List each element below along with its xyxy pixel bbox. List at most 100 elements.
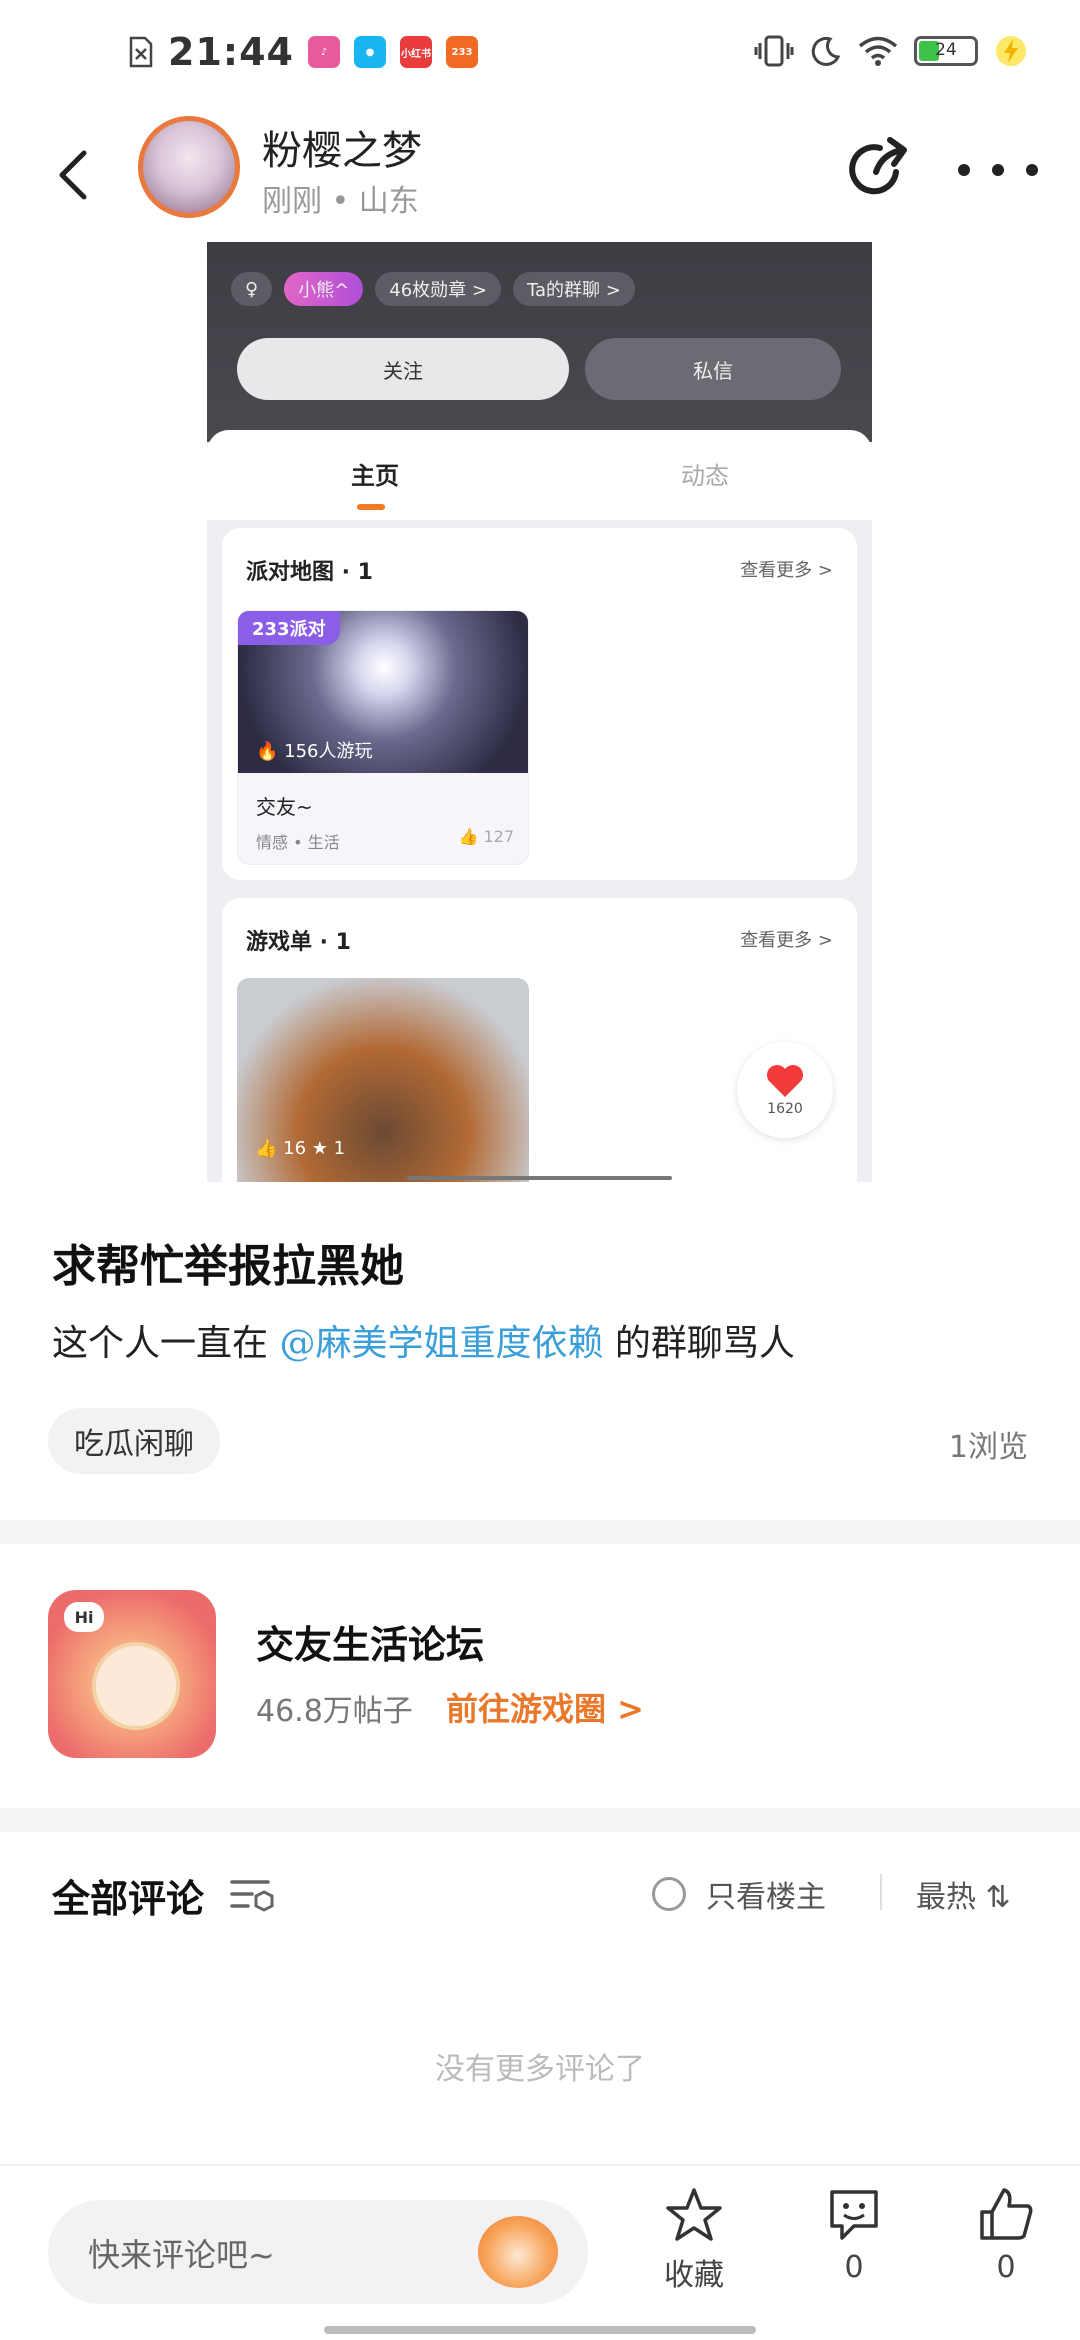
game-stats: 👍 16 ★ 1 [255,1138,345,1159]
game-list-title: 游戏单 · 1 [246,930,351,955]
favorite-label: 收藏 [664,2258,724,2293]
mention-link[interactable]: @麻美学姐重度依赖 [279,1323,603,1364]
comment-bubble-icon [830,2190,878,2240]
pink-app-icon: ♪ [307,36,340,68]
vibrate-icon [754,35,794,67]
map-likes: 👍 127 [458,827,514,846]
post-title: 求帮忙举报拉黑她 [52,1241,404,1292]
embedded-heart-button: 1620 [737,1042,833,1138]
post-body: 这个人一直在 @麻美学姐重度依赖 的群聊骂人 [52,1314,795,1366]
party-map-title: 派对地图 · 1 [246,560,373,585]
embedded-follow-button: 关注 [237,338,569,400]
view-count: 1浏览 [948,1430,1028,1465]
app-233-icon: 233 [445,36,478,68]
comment-placeholder: 快来评论吧~ [88,2236,275,2274]
sim-error-icon [129,36,153,68]
topic-tag[interactable]: 吃瓜闲聊 [48,1408,220,1474]
heart-icon [767,1065,803,1097]
only-owner-toggle[interactable]: 只看楼主 [652,1872,826,1916]
flame-icon: 🔥 [256,741,285,762]
party-map-card: 派对地图 · 1 查看更多 > 233派对 🔥 156人游玩 交友~ 情感 • … [222,528,857,880]
game-likes-count: 16 [283,1138,307,1159]
game-stars-count: 1 [333,1138,346,1159]
map-players-count: 156人游玩 [284,741,373,762]
like-button[interactable]: 0 [956,2186,1056,2285]
back-button[interactable] [44,140,104,210]
forum-icon[interactable]: Hi [48,1590,216,1758]
embedded-tab-feed: 动态 [681,462,729,490]
status-time: 21:44 [168,30,294,74]
embedded-tab-home: 主页 [351,462,399,490]
gender-icon: ♀ [231,272,273,306]
author-meta: 刚刚 • 山东 [262,184,419,219]
group-chat-chip: Ta的群聊 > [513,272,635,306]
embedded-message-button: 私信 [585,338,841,400]
map-name: 交友~ [256,795,313,819]
comment-button[interactable]: 0 [804,2186,904,2285]
share-icon [849,137,907,195]
more-dot-icon [958,164,970,176]
more-options-button[interactable] [958,150,1038,190]
map-item: 233派对 🔥 156人游玩 交友~ 情感 • 生活 👍 127 [237,610,529,865]
map-tag: 情感 • 生活 [256,833,340,852]
game-list-more: 查看更多 > [740,930,833,951]
comments-title: 全部评论 [52,1876,205,1921]
go-to-forum-link[interactable]: 前往游戏圈 > [446,1684,644,1730]
post-image[interactable]: ♀ 小熊^ 46枚勋章 > Ta的群聊 > 关注 私信 主页 动态 派对地图 ·… [207,242,872,1182]
more-dot-icon [1026,164,1038,176]
moon-icon [811,36,841,66]
sort-button[interactable]: 最热 ⇅ [916,1872,1011,1916]
medals-chip: 46枚勋章 > [375,272,501,306]
heart-count: 1620 [767,1101,803,1117]
embedded-scroll-indicator [407,1176,672,1180]
red-app-icon: 小红书 [399,36,432,68]
sort-separator [880,1874,882,1910]
map-players: 🔥 156人游玩 [256,737,373,763]
thumb-up-icon [980,2188,1033,2240]
status-bar-right: 24 [754,34,1028,68]
filter-icon[interactable] [228,1874,278,1914]
profile-chips: ♀ 小熊^ 46枚勋章 > Ta的群聊 > [231,272,635,306]
section-divider [0,1520,1080,1544]
nickname-chip: 小熊^ [284,272,364,306]
comment-input[interactable]: 快来评论吧~ [48,2200,588,2304]
bottom-bar: 快来评论吧~ 收藏 0 0 [0,2164,1080,2340]
share-button[interactable] [840,132,916,208]
author-avatar[interactable] [138,116,240,218]
battery-icon: 24 [914,36,978,66]
only-owner-label: 只看楼主 [706,1880,826,1915]
map-badge: 233派对 [238,611,340,645]
back-arrow-icon [59,150,87,200]
embedded-tabs: 主页 动态 [207,430,872,520]
battery-level: 24 [935,40,957,60]
post-body-prefix: 这个人一直在 [52,1323,280,1364]
profile-header-area: ♀ 小熊^ 46枚勋章 > Ta的群聊 > 关注 私信 [207,242,872,442]
game-item: 👍 16 ★ 1 [237,978,529,1182]
party-map-more: 查看更多 > [740,560,833,581]
section-divider [0,1808,1080,1832]
forum-name[interactable]: 交友生活论坛 [256,1614,484,1669]
post-body-suffix: 的群聊骂人 [603,1323,795,1364]
tab-indicator [357,504,385,510]
map-likes-count: 127 [483,827,514,846]
qq-app-icon: ● [353,36,386,68]
only-owner-radio[interactable] [652,1877,686,1911]
no-more-comments: 没有更多评论了 [435,2052,645,2087]
forum-icon-hi: Hi [64,1602,104,1632]
star-icon [666,2188,722,2241]
game-list-card: 游戏单 · 1 查看更多 > 👍 16 ★ 1 [222,898,857,1182]
home-indicator [324,2326,756,2334]
star-icon: ★ [311,1138,334,1159]
like-count: 0 [996,2250,1016,2285]
author-name[interactable]: 粉樱之梦 [262,118,422,176]
more-dot-icon [992,164,1004,176]
mascot-emoji-icon[interactable] [478,2216,558,2288]
thumb-up-icon: 👍 [458,827,484,846]
thumb-up-icon: 👍 [255,1138,284,1159]
forum-post-count: 46.8万帖子 [256,1694,413,1729]
post-header: 粉樱之梦 刚刚 • 山东 [0,110,1080,240]
favorite-button[interactable]: 收藏 [644,2186,744,2294]
status-bar: 21:44 ♪ ● 小红书 233 24 [0,0,1080,110]
charging-icon [996,36,1026,66]
mascot-face [92,1642,180,1730]
